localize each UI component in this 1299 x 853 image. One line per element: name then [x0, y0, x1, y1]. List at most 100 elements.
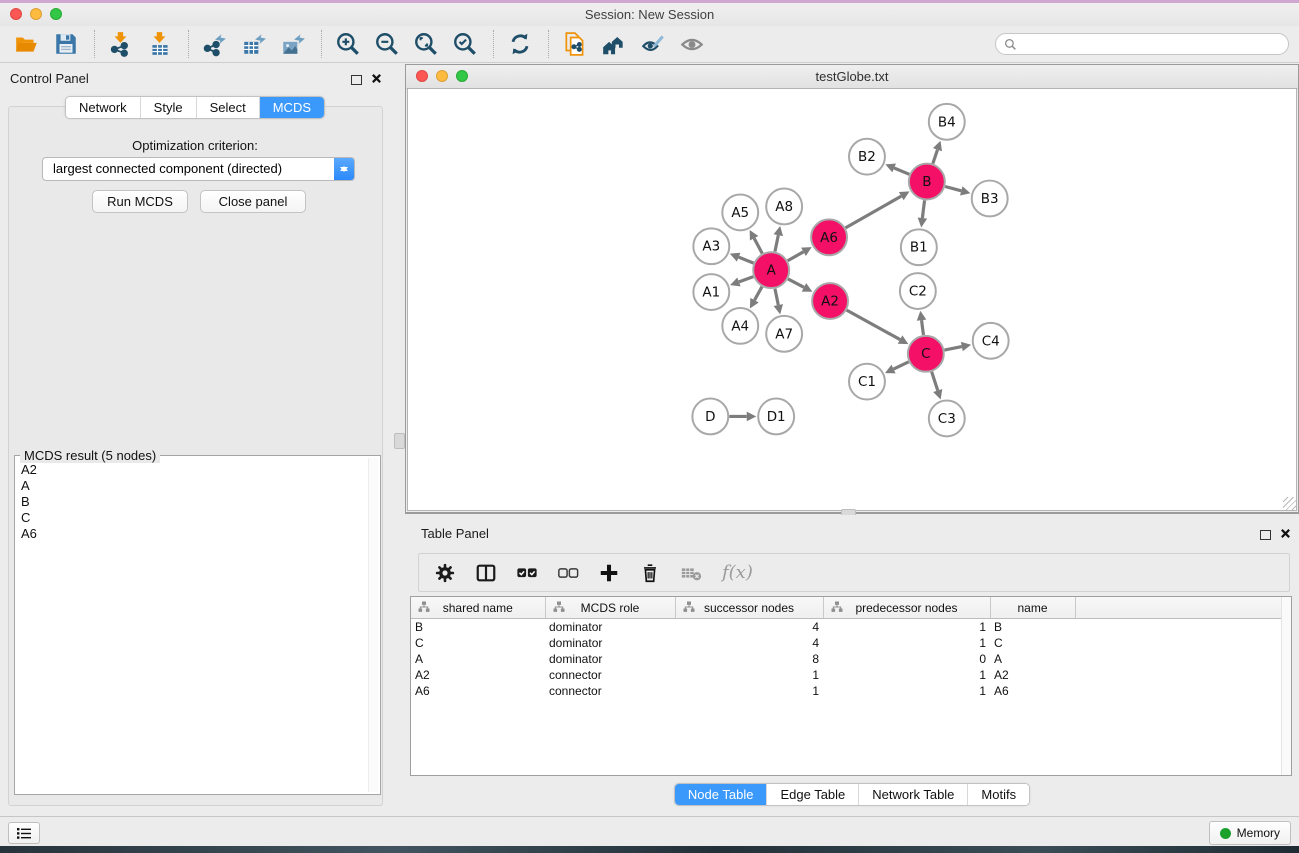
- show-task-history-button[interactable]: [8, 822, 40, 844]
- tab-edge-table[interactable]: Edge Table: [767, 784, 859, 805]
- window-resize-grip[interactable]: [1283, 497, 1296, 510]
- tab-style[interactable]: Style: [141, 97, 197, 118]
- tab-motifs[interactable]: Motifs: [968, 784, 1029, 805]
- graph-node-A8[interactable]: A8: [766, 189, 802, 225]
- run-mcds-button[interactable]: Run MCDS: [92, 190, 188, 213]
- graph-edge-A-A2[interactable]: [788, 279, 812, 292]
- graph-edge-A-A6[interactable]: [788, 247, 812, 261]
- column-header-shared-name[interactable]: shared name: [411, 597, 545, 619]
- graph-edge-C-C4[interactable]: [944, 342, 971, 351]
- import-table-button[interactable]: [145, 29, 175, 59]
- memory-button[interactable]: Memory: [1209, 821, 1291, 845]
- graph-node-B2[interactable]: B2: [849, 139, 885, 175]
- delete-column-button[interactable]: [638, 561, 662, 585]
- zoom-in-button[interactable]: [333, 29, 363, 59]
- unselect-all-columns-button[interactable]: [556, 561, 580, 585]
- search-field[interactable]: [995, 33, 1289, 55]
- network-canvas[interactable]: AA1A2A3A4A5A6A7A8BB1B2B3B4CC1C2C3C4DD1: [407, 88, 1297, 511]
- graph-node-C[interactable]: C: [908, 336, 944, 372]
- show-hide-graphics-details-button[interactable]: [638, 29, 668, 59]
- float-panel-icon[interactable]: [1260, 530, 1271, 540]
- export-image-button[interactable]: [278, 29, 308, 59]
- column-header-predecessor-nodes[interactable]: predecessor nodes: [823, 597, 990, 619]
- graph-node-A6[interactable]: A6: [811, 219, 847, 255]
- tab-select[interactable]: Select: [197, 97, 260, 118]
- graph-edge-D-D1[interactable]: [729, 412, 756, 422]
- graph-node-D[interactable]: D: [692, 399, 728, 435]
- graph-edge-A-A4[interactable]: [750, 287, 762, 309]
- select-all-columns-button[interactable]: [515, 561, 539, 585]
- show-hide-annotations-button[interactable]: [677, 29, 707, 59]
- graph-edge-B-B4[interactable]: [933, 141, 942, 164]
- table-row[interactable]: A2connector11A2: [411, 667, 1291, 683]
- save-session-button[interactable]: [51, 29, 81, 59]
- criterion-select[interactable]: largest connected component (directed): [42, 157, 355, 181]
- tab-network-table[interactable]: Network Table: [859, 784, 968, 805]
- clone-network-button[interactable]: [560, 29, 590, 59]
- graph-node-C1[interactable]: C1: [849, 364, 885, 400]
- tab-network[interactable]: Network: [66, 97, 141, 118]
- tab-node-table[interactable]: Node Table: [675, 784, 768, 805]
- list-item[interactable]: A: [19, 478, 368, 494]
- graph-node-A3[interactable]: A3: [693, 228, 729, 264]
- close-panel-icon[interactable]: [1280, 526, 1291, 544]
- zoom-fit-button[interactable]: [411, 29, 441, 59]
- tab-mcds[interactable]: MCDS: [260, 97, 324, 118]
- graph-node-B4[interactable]: B4: [929, 104, 965, 140]
- column-header-successor-nodes[interactable]: successor nodes: [675, 597, 823, 619]
- graph-edge-B-B3[interactable]: [945, 186, 970, 195]
- graph-node-A4[interactable]: A4: [722, 308, 758, 344]
- table-row[interactable]: A6connector11A6: [411, 683, 1291, 699]
- graph-edge-A-A8[interactable]: [774, 226, 783, 252]
- float-panel-icon[interactable]: [351, 75, 362, 85]
- graph-node-C2[interactable]: C2: [900, 273, 936, 309]
- graph-node-C3[interactable]: C3: [929, 401, 965, 437]
- graph-edge-B-B2[interactable]: [885, 164, 909, 175]
- graph-edge-B-B1[interactable]: [918, 200, 928, 227]
- graph-edge-A2-C[interactable]: [847, 310, 909, 344]
- graph-node-A7[interactable]: A7: [766, 316, 802, 352]
- table-row[interactable]: Adominator80A: [411, 651, 1291, 667]
- zoom-selected-button[interactable]: [450, 29, 480, 59]
- list-item[interactable]: A2: [19, 462, 368, 478]
- graph-edge-C-C1[interactable]: [885, 362, 909, 373]
- list-item[interactable]: B: [19, 494, 368, 510]
- search-input[interactable]: [1022, 36, 1288, 52]
- column-header-mcds-role[interactable]: MCDS role: [545, 597, 675, 619]
- table-settings-button[interactable]: [433, 561, 457, 585]
- graph-node-B[interactable]: B: [909, 164, 945, 200]
- graph-node-A2[interactable]: A2: [812, 283, 848, 319]
- graph-edge-A6-B[interactable]: [846, 191, 910, 227]
- table-row[interactable]: Bdominator41B: [411, 619, 1291, 636]
- delete-table-button[interactable]: [679, 561, 703, 585]
- zoom-out-button[interactable]: [372, 29, 402, 59]
- graph-node-A5[interactable]: A5: [722, 194, 758, 230]
- close-panel-icon[interactable]: [371, 71, 382, 89]
- show-all-networks-button[interactable]: [599, 29, 629, 59]
- graph-edge-C-C3[interactable]: [932, 372, 943, 400]
- graph-edge-A-A7[interactable]: [774, 289, 783, 315]
- column-header-name[interactable]: name: [990, 597, 1075, 619]
- graph-node-C4[interactable]: C4: [973, 323, 1009, 359]
- graph-edge-A-A3[interactable]: [730, 253, 754, 263]
- result-list-scrollbar[interactable]: [368, 458, 378, 792]
- apply-layout-button[interactable]: [505, 29, 535, 59]
- create-column-button[interactable]: [597, 561, 621, 585]
- table-row[interactable]: Cdominator41C: [411, 635, 1291, 651]
- graph-node-B3[interactable]: B3: [972, 181, 1008, 217]
- table-scrollbar[interactable]: [1281, 597, 1291, 775]
- graph-edge-A-A1[interactable]: [730, 277, 753, 287]
- graph-node-A1[interactable]: A1: [693, 274, 729, 310]
- export-table-button[interactable]: [239, 29, 269, 59]
- vertical-splitter-handle[interactable]: [394, 433, 405, 449]
- graph-node-D1[interactable]: D1: [758, 399, 794, 435]
- show-column-panel-button[interactable]: [474, 561, 498, 585]
- graph-node-B1[interactable]: B1: [901, 229, 937, 265]
- export-network-button[interactable]: [200, 29, 230, 59]
- close-panel-button[interactable]: Close panel: [200, 190, 306, 213]
- graph-edge-C-C2[interactable]: [917, 311, 927, 335]
- function-builder-button[interactable]: f(x): [722, 562, 753, 583]
- list-item[interactable]: A6: [19, 526, 368, 542]
- open-session-button[interactable]: [12, 29, 42, 59]
- import-network-button[interactable]: [106, 29, 136, 59]
